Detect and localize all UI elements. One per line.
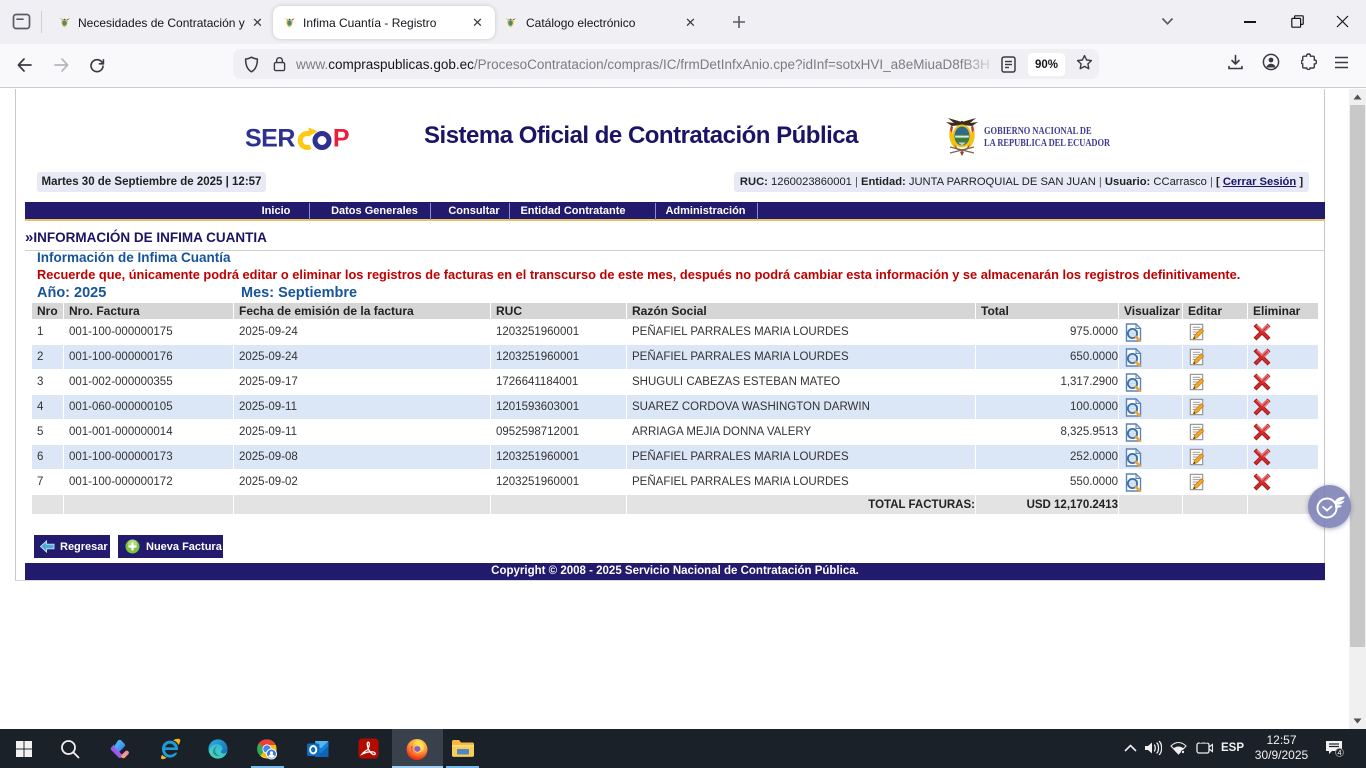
svg-text:4: 4 xyxy=(1337,748,1341,757)
